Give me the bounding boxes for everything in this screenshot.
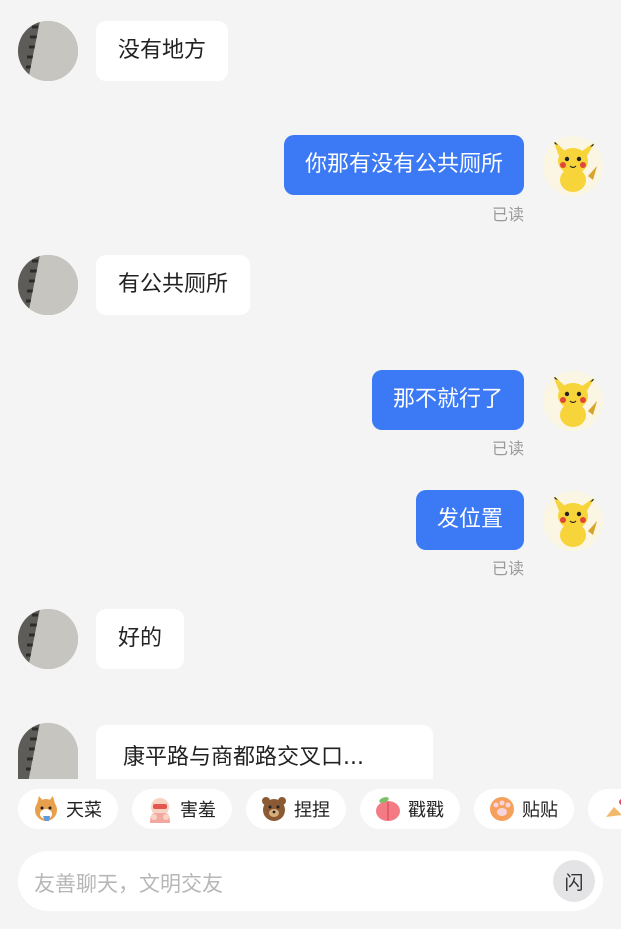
message-bubble-incoming[interactable]: 好的 [96, 609, 185, 669]
message-bubble-incoming[interactable]: 有公共厕所 [96, 255, 251, 315]
message-text: 发位置 [436, 507, 503, 532]
input-placeholder: 友善聊天，文明交友 [34, 872, 223, 896]
chip-label: 天菜 [66, 800, 102, 821]
peach-sticker-icon [374, 795, 402, 823]
message-input[interactable]: 友善聊天，文明交友 闪 [18, 851, 603, 911]
hand-heart-sticker-icon [602, 795, 621, 823]
contact-avatar[interactable] [18, 609, 78, 669]
quick-reply-chip[interactable]: 贴贴 [474, 789, 574, 829]
read-status: 已读 [491, 439, 524, 458]
shy-face-sticker-icon [146, 795, 174, 823]
contact-avatar[interactable] [18, 255, 78, 315]
message-bubble-outgoing[interactable]: 你那有没有公共厕所 [283, 135, 524, 195]
my-avatar[interactable] [543, 371, 603, 431]
corgi-sticker-icon [32, 795, 60, 823]
chip-label: 害羞 [180, 800, 216, 821]
quick-reply-chip[interactable]: 戳戳 [360, 789, 460, 829]
contact-avatar[interactable] [18, 723, 78, 779]
chip-label: 捏捏 [294, 800, 330, 821]
chip-label: 贴贴 [522, 800, 558, 821]
contact-avatar[interactable] [18, 21, 78, 81]
bear-sticker-icon [260, 795, 288, 823]
quick-reply-chip[interactable]: 捏捏 [246, 789, 346, 829]
message-bubble-outgoing[interactable]: 那不就行了 [371, 370, 524, 430]
flash-label: 闪 [564, 871, 584, 894]
message-text: 你那有没有公共厕所 [304, 152, 503, 177]
message-text: 有公共厕所 [118, 272, 229, 297]
message-text: 没有地方 [118, 38, 207, 63]
read-status: 已读 [491, 559, 524, 578]
my-avatar[interactable] [543, 491, 603, 551]
quick-reply-chip-partial[interactable] [588, 789, 621, 829]
message-bubble-outgoing[interactable]: 发位置 [415, 490, 524, 550]
message-bubble-incoming[interactable]: 没有地方 [96, 21, 229, 81]
my-avatar[interactable] [543, 136, 603, 196]
quick-reply-chip[interactable]: 害羞 [132, 789, 232, 829]
location-address: 康平路与商都路交叉口... [123, 745, 364, 770]
quick-reply-chip[interactable]: 天菜 [18, 789, 118, 829]
quick-reply-bar[interactable]: 天菜 害羞 捏捏 戳戳 贴贴 [0, 779, 621, 841]
read-status: 已读 [491, 205, 524, 224]
chip-label: 戳戳 [408, 800, 444, 821]
message-text: 好的 [118, 626, 163, 651]
flash-button[interactable]: 闪 [553, 860, 595, 902]
message-text: 那不就行了 [392, 387, 503, 412]
cat-paw-sticker-icon [488, 795, 516, 823]
location-card[interactable]: 康平路与商都路交叉口... [96, 725, 433, 787]
